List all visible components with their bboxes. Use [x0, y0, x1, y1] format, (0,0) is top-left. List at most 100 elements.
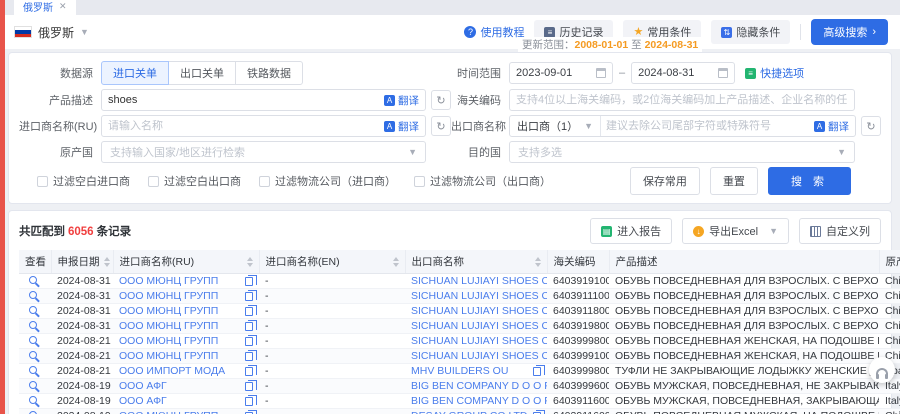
hide-conditions-button[interactable]: ⇅ 隐藏条件 [711, 20, 790, 44]
quick-options-link[interactable]: ≡ 快捷选项 [745, 65, 804, 81]
search-button[interactable]: 搜 索 [768, 167, 851, 195]
tab-close-icon[interactable]: ✕ [59, 1, 67, 12]
exporter-link[interactable]: MHV BUILDERS OU [411, 365, 508, 377]
column-header-5: 海关编码 [547, 250, 609, 274]
sort-icon[interactable] [247, 257, 253, 267]
importer-ru-link[interactable]: ООО МЮНЦ ГРУПП [119, 350, 218, 362]
importer-ru-link[interactable]: ООО АФГ [119, 395, 167, 407]
filter-checkbox-1[interactable]: 过滤空白出口商 [148, 173, 241, 189]
column-header-7: 原产国 [879, 250, 900, 274]
copy-icon[interactable] [245, 397, 253, 406]
exporter-link[interactable]: SICHUAN LUJIAYI SHOES CO LTD [411, 350, 547, 362]
customize-columns-button[interactable]: 自定义列 [799, 218, 881, 244]
export-excel-button[interactable]: ↓ 导出Excel ▼ [682, 218, 789, 244]
start-date-input[interactable]: 2023-09-01 [509, 62, 613, 84]
importer-ru-link[interactable]: ООО МЮНЦ ГРУПП [119, 275, 218, 287]
view-detail-icon[interactable] [29, 381, 37, 389]
copy-icon[interactable] [245, 292, 253, 301]
origin-country-select[interactable]: 支持输入国家/地区进行检索 ▼ [101, 141, 426, 163]
exporter-input[interactable] [606, 120, 809, 132]
view-detail-icon[interactable] [29, 321, 37, 329]
view-detail-icon[interactable] [29, 366, 37, 374]
importer-ru-link[interactable]: ООО МЮНЦ ГРУПП [119, 335, 218, 347]
view-detail-icon[interactable] [29, 306, 37, 314]
view-detail-icon[interactable] [29, 276, 37, 284]
importer-ru-link[interactable]: ООО МЮНЦ ГРУПП [119, 290, 218, 302]
copy-icon[interactable] [245, 352, 253, 361]
importer-ru-link[interactable]: ООО ИМПОРТ МОДА [119, 365, 225, 377]
hs-code-input[interactable] [516, 94, 848, 106]
translate-button[interactable]: A 翻译 [814, 119, 849, 134]
checkbox-icon[interactable] [148, 176, 159, 187]
copy-icon[interactable] [245, 367, 253, 376]
exporter-link[interactable]: BIG BEN COMPANY D O O FROM BEST T [411, 380, 547, 392]
table-row: 2024-08-31ООО МЮНЦ ГРУПП-SICHUAN LUJIAYI… [19, 289, 900, 304]
exporter-link[interactable]: BIG BEN COMPANY D O O FROM BEST T [411, 395, 547, 407]
product-desc-history-button[interactable]: ↻ [431, 90, 451, 110]
tab-import-declarations[interactable]: 进口关单 [101, 61, 169, 85]
importer-ru-link[interactable]: ООО АФГ [119, 380, 167, 392]
tab-railway-data[interactable]: 铁路数据 [235, 61, 303, 85]
checkbox-icon[interactable] [37, 176, 48, 187]
column-header-2[interactable]: 进口商名称(RU) [113, 250, 259, 274]
importer-input[interactable] [108, 120, 379, 132]
copy-icon[interactable] [245, 277, 253, 286]
customer-service-float-button[interactable] [869, 357, 895, 383]
product-desc-input[interactable] [108, 94, 379, 106]
tutorial-link[interactable]: ? 使用教程 [464, 24, 524, 40]
save-favorite-button[interactable]: 保存常用 [630, 167, 700, 195]
excel-icon: ↓ [693, 226, 704, 237]
sort-icon[interactable] [104, 257, 110, 267]
advanced-search-button[interactable]: 高级搜索 › [811, 19, 888, 45]
copy-icon[interactable] [533, 367, 541, 376]
copy-icon[interactable] [245, 307, 253, 316]
export-excel-label: 导出Excel [709, 223, 758, 239]
sort-icon[interactable] [393, 257, 399, 267]
view-detail-icon[interactable] [29, 396, 37, 404]
exporter-link[interactable]: DESAY GROUP CO LTD [411, 410, 528, 414]
importer-ru-link[interactable]: ООО МЮНЦ ГРУПП [119, 320, 218, 332]
exporter-link[interactable]: SICHUAN LUJIAYI SHOES CO LTD [411, 275, 547, 287]
column-header-4[interactable]: 出口商名称 [405, 250, 547, 274]
end-date-input[interactable]: 2024-08-31 [631, 62, 735, 84]
view-detail-icon[interactable] [29, 291, 37, 299]
exporter-history-button[interactable]: ↻ [861, 116, 881, 136]
destination-country-select[interactable]: 支持多选 ▼ [509, 141, 855, 163]
column-header-3[interactable]: 进口商名称(EN) [259, 250, 405, 274]
exporter-link[interactable]: SICHUAN LUJIAYI SHOES CO LTD [411, 320, 547, 332]
copy-icon[interactable] [245, 322, 253, 331]
origin-country-cell: China [879, 334, 900, 349]
exporter-link[interactable]: SICHUAN LUJIAYI SHOES CO LTD [411, 290, 547, 302]
translate-button[interactable]: A 翻译 [384, 119, 419, 134]
column-header-1[interactable]: 申报日期 [51, 250, 113, 274]
view-detail-icon[interactable] [29, 351, 37, 359]
end-date-value: 2024-08-31 [638, 67, 694, 79]
copy-icon[interactable] [245, 382, 253, 391]
enter-report-button[interactable]: ▤ 进入报告 [590, 218, 672, 244]
tab-export-declarations[interactable]: 出口关单 [168, 61, 236, 85]
checkbox-icon[interactable] [414, 176, 425, 187]
exporter-link[interactable]: SICHUAN LUJIAYI SHOES CO LTD [411, 305, 547, 317]
left-accent-strip [0, 0, 5, 414]
translate-icon: A [814, 121, 825, 132]
reset-button[interactable]: 重置 [710, 167, 758, 195]
hs-code-cell: 6403911800 [547, 304, 609, 319]
tab-russia[interactable]: 俄罗斯 ✕ [14, 0, 76, 15]
exporter-link[interactable]: SICHUAN LUJIAYI SHOES CO LTD [411, 335, 547, 347]
advanced-search-label: 高级搜索 [823, 24, 867, 40]
importer-history-button[interactable]: ↻ [431, 116, 451, 136]
importer-ru-link[interactable]: ООО МЮНЦ ГРУПП [119, 305, 218, 317]
view-detail-icon[interactable] [29, 336, 37, 344]
checkbox-icon[interactable] [259, 176, 270, 187]
importer-ru-link[interactable]: ООО МЮНЦ ГРУПП [119, 410, 218, 414]
exporter-wrap: DESAY GROUP CO LTD [411, 410, 541, 414]
exporter-type-select[interactable]: 出口商（1） ▼ [510, 116, 601, 136]
copy-icon[interactable] [245, 337, 253, 346]
table-row: 2024-08-31ООО МЮНЦ ГРУПП-SICHUAN LUJIAYI… [19, 304, 900, 319]
sort-icon[interactable] [535, 257, 541, 267]
filter-checkbox-3[interactable]: 过滤物流公司（出口商） [414, 173, 551, 189]
filter-checkbox-2[interactable]: 过滤物流公司（进口商） [259, 173, 396, 189]
filter-checkbox-0[interactable]: 过滤空白进口商 [37, 173, 130, 189]
translate-button[interactable]: A 翻译 [384, 93, 419, 108]
country-selector[interactable]: 俄罗斯 ▼ [14, 24, 89, 41]
